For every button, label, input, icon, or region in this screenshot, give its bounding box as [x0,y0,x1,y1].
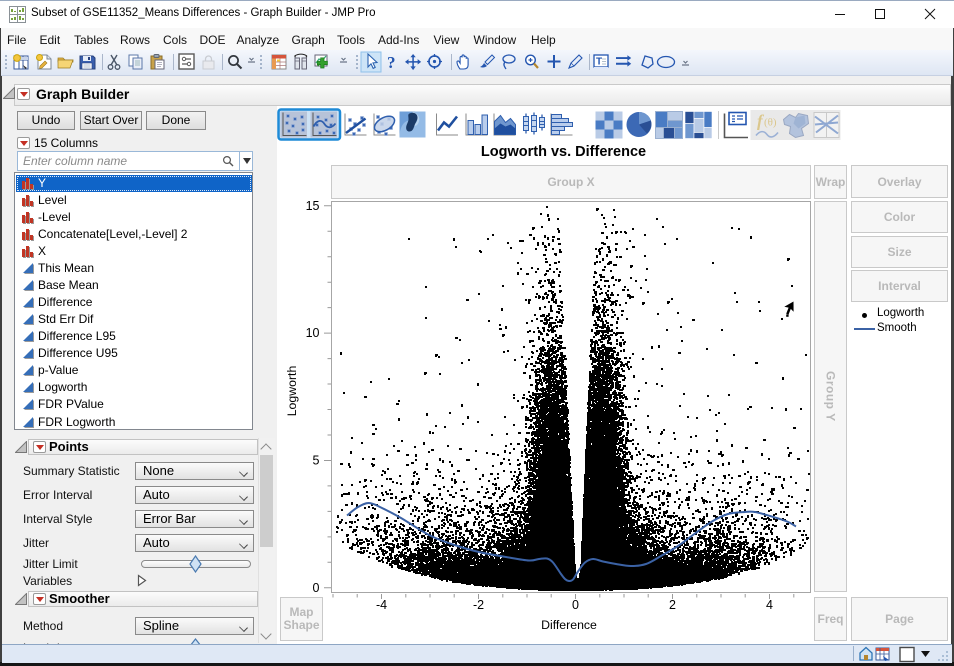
svg-text:T: T [596,57,602,68]
svg-text:2: 2 [669,598,676,612]
svg-text:0: 0 [313,581,320,595]
svg-text:?: ? [387,53,396,72]
svg-text:15: 15 [306,199,320,213]
svg-text:-2: -2 [473,598,484,612]
svg-text:(θ): (θ) [764,117,777,129]
svg-text:10: 10 [306,326,320,340]
svg-text:0: 0 [572,598,579,612]
svg-text:-4: -4 [376,598,387,612]
svg-text:Difference: Difference [541,618,597,632]
svg-text:5: 5 [313,454,320,468]
svg-text:Logworth: Logworth [285,366,299,417]
svg-text:4: 4 [766,598,773,612]
